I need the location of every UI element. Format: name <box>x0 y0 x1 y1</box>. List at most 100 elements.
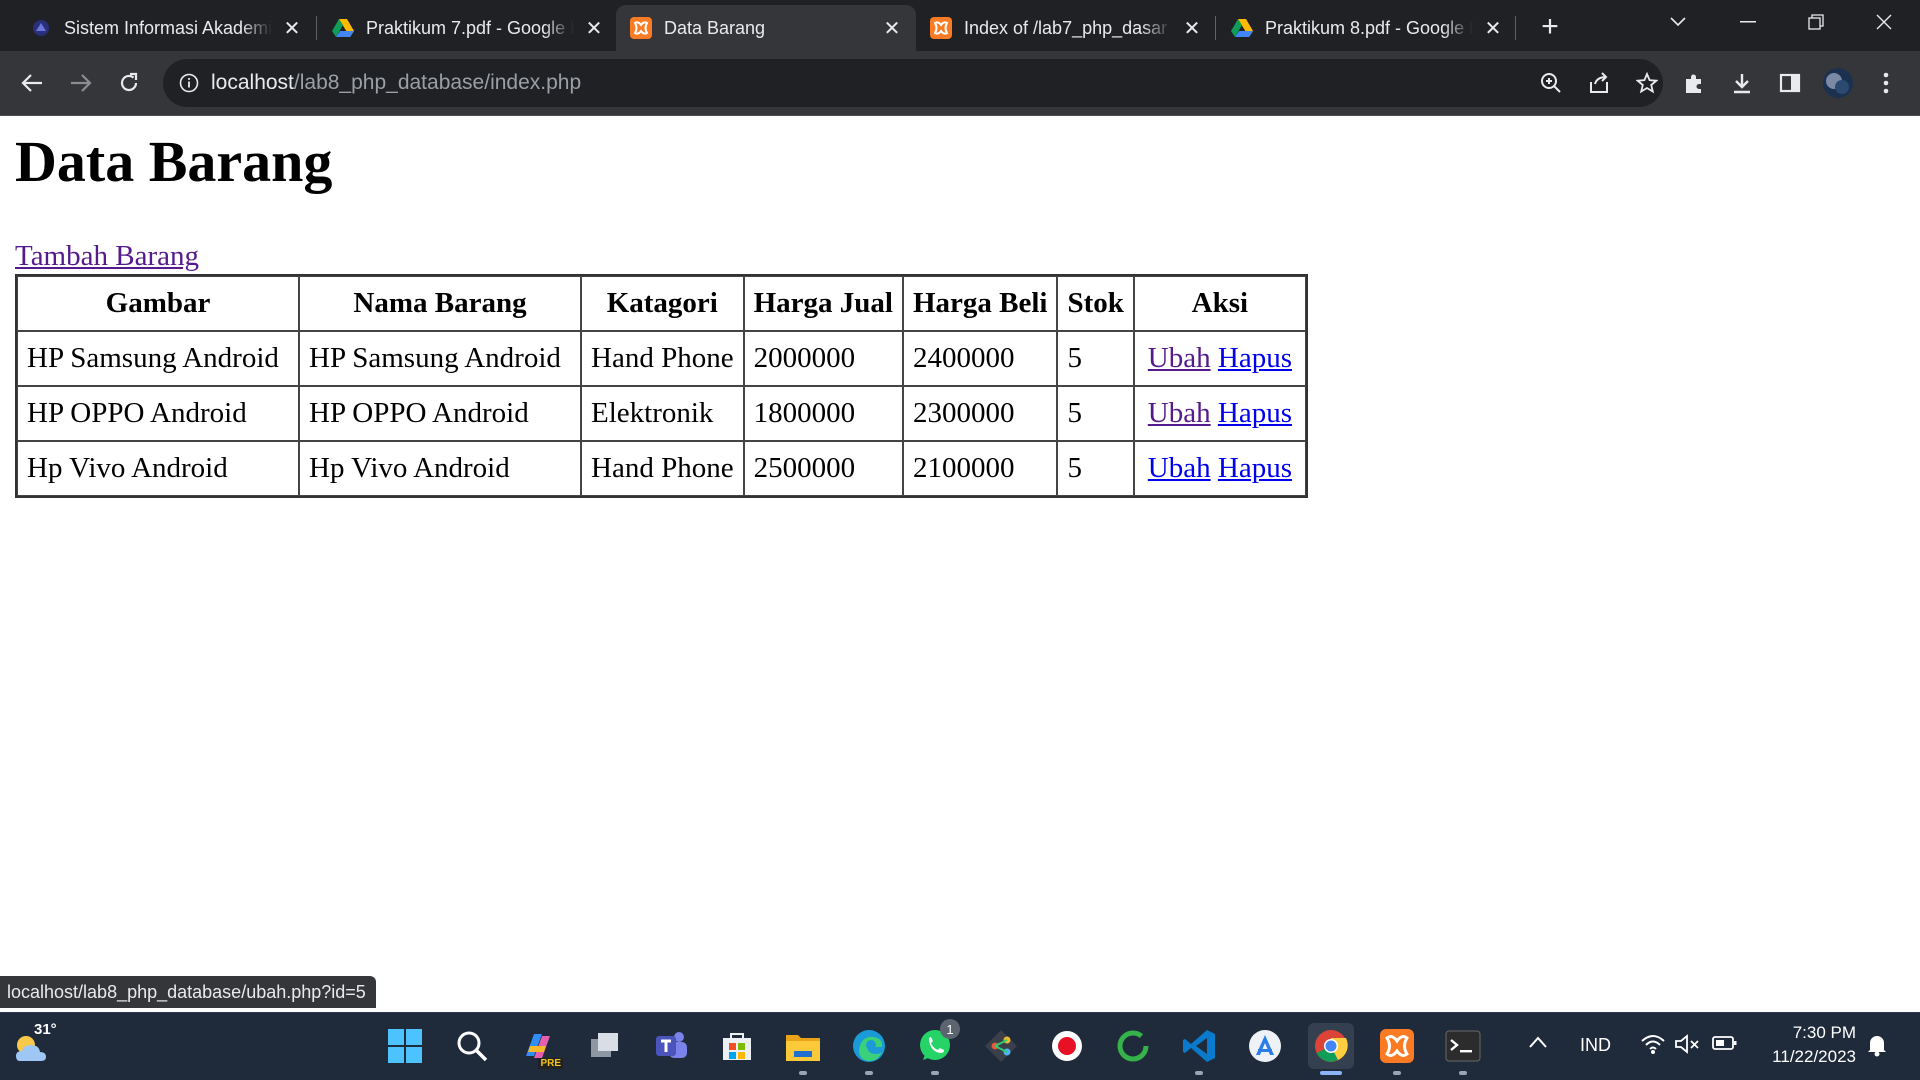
tab-praktikum-7[interactable]: Praktikum 7.pdf - Google Drive ✕ <box>318 5 618 51</box>
running-indicator <box>1195 1071 1203 1075</box>
delete-link[interactable]: Hapus <box>1218 452 1292 484</box>
close-icon <box>1876 14 1892 30</box>
menu-button[interactable] <box>1868 65 1904 101</box>
side-panel-button[interactable] <box>1772 65 1808 101</box>
new-tab-button[interactable]: + <box>1533 10 1567 44</box>
tab-separator <box>1515 16 1516 40</box>
column-header-kategori: Katagori <box>581 276 744 331</box>
app-installer-button[interactable] <box>1242 1023 1288 1069</box>
cell-aksi: Ubah Hapus <box>1133 441 1306 496</box>
search-icon <box>457 1031 488 1062</box>
battery-icon <box>1712 1036 1737 1050</box>
xampp-icon <box>1380 1029 1414 1063</box>
tab-search-button[interactable] <box>1650 0 1706 44</box>
edge-button[interactable] <box>846 1023 892 1075</box>
edit-link[interactable]: Ubah <box>1148 452 1211 484</box>
file-explorer-button[interactable] <box>780 1023 826 1075</box>
cell-gambar: Hp Vivo Android <box>17 441 299 496</box>
url-host: localhost <box>211 71 294 94</box>
volume-status[interactable] <box>1674 1033 1700 1060</box>
tab-title: Data Barang <box>664 17 766 38</box>
zoom-in-icon <box>1541 73 1561 93</box>
close-icon[interactable]: ✕ <box>880 16 904 40</box>
restore-button[interactable] <box>1788 0 1844 44</box>
close-window-button[interactable] <box>1856 0 1912 44</box>
cell-kategori: Hand Phone <box>581 441 744 496</box>
zoom-button[interactable] <box>1533 65 1569 101</box>
recorder-button[interactable] <box>1044 1023 1090 1069</box>
tab-separator <box>316 16 317 40</box>
downloads-button[interactable] <box>1724 65 1760 101</box>
status-bubble: localhost/lab8_php_database/ubah.php?id=… <box>0 976 376 1008</box>
puzzle-icon <box>1686 74 1701 93</box>
bell-icon <box>1868 1036 1886 1057</box>
close-icon[interactable]: ✕ <box>582 16 606 40</box>
arrow-right-icon <box>71 74 92 92</box>
notifications-button[interactable] <box>1866 1033 1888 1062</box>
google-drive-icon <box>1231 17 1253 39</box>
terminal-button[interactable] <box>1440 1023 1486 1075</box>
address-bar[interactable]: localhost/lab8_php_database/index.php <box>163 59 1663 107</box>
delete-link[interactable]: Hapus <box>1218 397 1292 429</box>
running-indicator <box>799 1071 807 1075</box>
side-panel-icon <box>1779 73 1801 93</box>
chevron-down-icon <box>1670 17 1686 27</box>
url-text[interactable]: localhost/lab8_php_database/index.php <box>211 71 581 95</box>
items-table: Gambar Nama Barang Katagori Harga Jual H… <box>15 274 1308 498</box>
git-tool-button[interactable] <box>978 1023 1024 1069</box>
xampp-button[interactable] <box>1374 1023 1420 1075</box>
chrome-button[interactable] <box>1308 1023 1354 1075</box>
cell-harga-beli: 2100000 <box>902 441 1058 496</box>
store-icon <box>723 1033 751 1060</box>
tab-praktikum-8[interactable]: Praktikum 8.pdf - Google Drive ✕ <box>1217 5 1517 51</box>
wifi-status[interactable] <box>1640 1033 1666 1060</box>
add-item-link[interactable]: Tambah Barang <box>15 240 199 273</box>
search-button[interactable] <box>449 1023 495 1069</box>
edit-link[interactable]: Ubah <box>1148 342 1211 374</box>
share-button[interactable] <box>1581 65 1617 101</box>
more-vert-icon <box>1883 72 1889 94</box>
teams-button[interactable] <box>648 1023 694 1069</box>
clock[interactable]: 7:30 PM 11/22/2023 <box>1752 1021 1856 1069</box>
cell-nama: HP OPPO Android <box>299 386 581 441</box>
column-header-gambar: Gambar <box>17 276 299 331</box>
bookmark-button[interactable] <box>1629 65 1665 101</box>
whatsapp-button[interactable]: 1 <box>912 1019 960 1075</box>
battery-status[interactable] <box>1712 1035 1738 1056</box>
profile-avatar[interactable] <box>1820 65 1856 101</box>
tab-sistem-informasi[interactable]: Sistem Informasi Akademik ✕ <box>16 5 316 51</box>
cell-stok: 5 <box>1057 386 1134 441</box>
app-icon <box>1249 1030 1281 1062</box>
column-header-harga-beli: Harga Beli <box>902 276 1058 331</box>
delete-link[interactable]: Hapus <box>1218 342 1292 374</box>
info-icon[interactable] <box>177 71 201 95</box>
back-button[interactable] <box>14 65 50 101</box>
weather-temperature: 31° <box>34 1021 57 1038</box>
language-indicator[interactable]: IND <box>1580 1035 1611 1056</box>
minimize-button[interactable] <box>1720 0 1776 44</box>
edit-link[interactable]: Ubah <box>1148 397 1211 429</box>
tab-data-barang[interactable]: Data Barang ✕ <box>616 5 916 51</box>
volume-mute-icon <box>1675 1034 1699 1054</box>
copilot-button[interactable]: PRE <box>515 1023 563 1069</box>
close-icon[interactable]: ✕ <box>280 16 304 40</box>
arrow-left-icon <box>21 74 42 92</box>
edge-icon <box>853 1030 885 1062</box>
green-app-button[interactable] <box>1110 1023 1156 1069</box>
store-button[interactable] <box>714 1023 760 1069</box>
close-icon[interactable]: ✕ <box>1180 16 1204 40</box>
extensions-button[interactable] <box>1676 65 1712 101</box>
cell-stok: 5 <box>1057 331 1134 386</box>
forward-button[interactable] <box>63 65 99 101</box>
cell-kategori: Elektronik <box>581 386 744 441</box>
close-icon[interactable]: ✕ <box>1481 16 1505 40</box>
running-indicator <box>1393 1071 1401 1075</box>
start-button[interactable] <box>382 1023 428 1069</box>
tray-overflow-button[interactable] <box>1528 1033 1548 1054</box>
reload-button[interactable] <box>111 65 147 101</box>
share-icon <box>1590 72 1608 93</box>
minimize-icon <box>1740 21 1756 23</box>
tab-index-lab7[interactable]: Index of /lab7_php_dasar ✕ <box>916 5 1216 51</box>
task-view-button[interactable] <box>582 1023 628 1069</box>
vscode-button[interactable] <box>1176 1023 1222 1075</box>
